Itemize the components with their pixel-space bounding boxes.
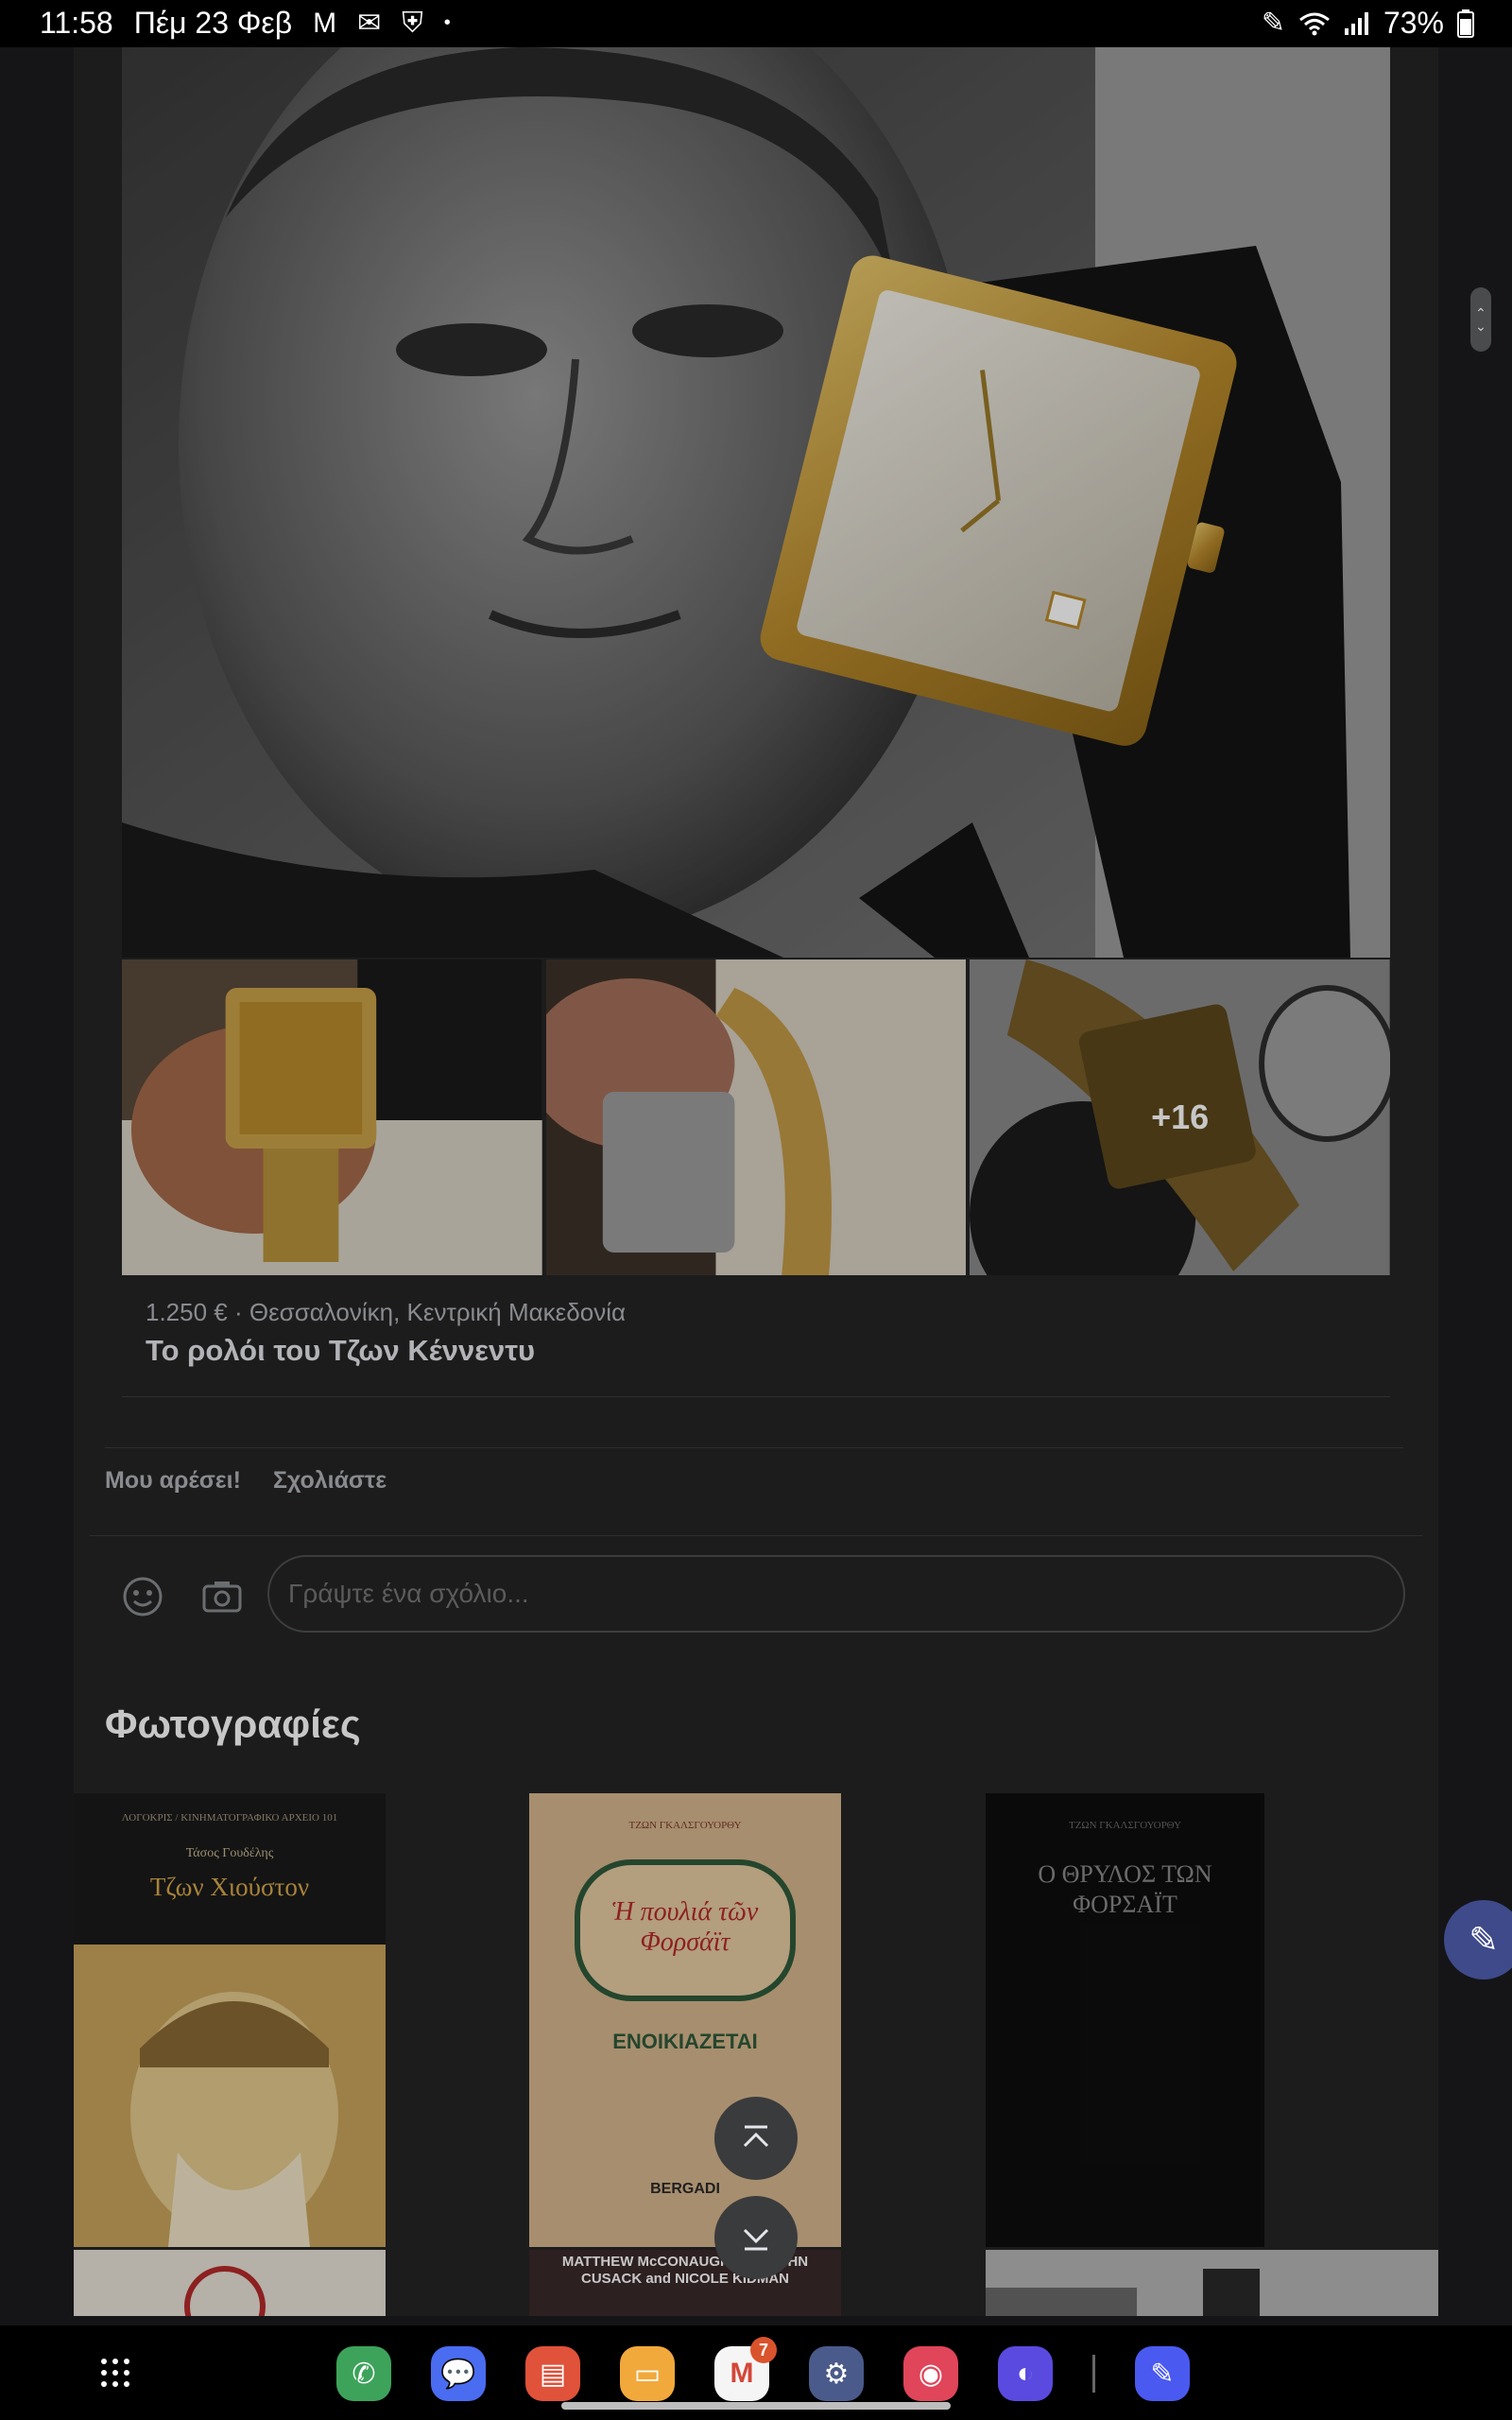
settings-app-icon[interactable]: ⚙ [809, 2346, 864, 2401]
files-app-icon[interactable]: ▭ [620, 2346, 675, 2401]
pen-icon: ✎ [1261, 8, 1285, 39]
emoji-icon[interactable] [122, 1576, 163, 1617]
battery-percent: 73% [1383, 6, 1444, 40]
scroll-bottom-icon [743, 2228, 769, 2251]
dock-separator [1092, 2355, 1095, 2393]
thumbnail-2[interactable] [545, 959, 967, 1275]
photo-book-forsyte-rent[interactable]: ΤΖΩΝ ΓΚΑΛΣΓΟΥΟΡΘΥ Ἡ πουλιά τῶν Φορσάϊτ Ε… [529, 1793, 841, 2247]
book-subtitle: ΕΝΟΙΚΙΑΖΕΤΑΙ [612, 2030, 758, 2053]
camera-app-icon[interactable]: ◉ [903, 2346, 958, 2401]
app-grid-icon[interactable] [98, 2356, 132, 2390]
listing-price-location: 1.250 € · Θεσσαλονίκη, Κεντρική Μακεδονί… [146, 1298, 627, 1326]
dock-apps: ✆ 💬 ▤ ▭ M 7 ⚙ ◉ ◐ ✎ [336, 2337, 1190, 2401]
scroll-to-bottom-button[interactable] [714, 2196, 798, 2279]
like-button[interactable]: Μου αρέσει! [105, 1467, 241, 1495]
chevron-up-icon: ⌃ [1475, 305, 1486, 320]
status-date: Πέμ 23 Φεβ [133, 6, 293, 40]
logo-illustration [184, 2266, 266, 2316]
photo-book-forsyte-legend[interactable]: ΤΖΩΝ ΓΚΑΛΣΓΟΥΟΡΘΥ Ο ΘΡΥΛΟΣ ΤΩΝ ΦΟΡΣΑΪΤ [986, 1793, 1264, 2247]
gmail-icon: M [313, 7, 337, 39]
scroll-top-icon [743, 2125, 769, 2148]
fast-scroll-handle[interactable]: ⌃ ⌄ [1470, 287, 1491, 352]
book-title: Ἡ πουλιά τῶν Φορσάϊτ [611, 1897, 759, 1957]
photo-logo-card[interactable] [74, 2250, 386, 2316]
phone-app-icon[interactable]: ✆ [336, 2346, 391, 2401]
pen-app-icon[interactable]: ✎ [1135, 2346, 1190, 2401]
listing-title[interactable]: Το ρολόι του Τζων Κέννεντυ [146, 1334, 535, 1368]
thumbnail-1-illustration [122, 959, 542, 1275]
messages-app-icon[interactable]: 💬 [431, 2346, 486, 2401]
book-title: Τζων Χιούστον [149, 1873, 310, 1901]
portrait-illustration [74, 1945, 386, 2247]
comment-button[interactable]: Σχολιάστε [273, 1467, 387, 1495]
camera-icon[interactable] [201, 1576, 243, 1617]
actions-top-divider [105, 1447, 1403, 1448]
listing-info[interactable]: 1.250 € · Θεσσαλονίκη, Κεντρική Μακεδονί… [122, 1275, 1390, 1397]
actions-bottom-divider [90, 1535, 1422, 1536]
gmail-app-icon[interactable]: M 7 [714, 2337, 777, 2401]
book-author: Τάσος Γουδέλης [185, 1846, 274, 1860]
thumbnail-2-illustration [545, 959, 967, 1275]
browser-app-icon[interactable]: ◐ [998, 2346, 1053, 2401]
dot-icon: • [443, 12, 451, 33]
thumbnail-strip: +16 [122, 959, 1391, 1275]
pencil-icon: ✎ [1469, 1920, 1499, 1961]
photo-book-huston[interactable]: ΛΟΓΟΚΡΙΣ / ΚΙΝΗΜΑΤΟΓΡΑΦΙΚΟ ΑΡΧΕΙΟ 101 Τά… [74, 1793, 386, 2247]
signal-icon [1344, 11, 1368, 35]
thumbnail-3[interactable]: +16 [970, 959, 1391, 1275]
notes-app-icon[interactable]: ▤ [525, 2346, 580, 2401]
chevron-down-icon: ⌄ [1475, 319, 1486, 334]
comment-input[interactable] [267, 1555, 1405, 1633]
home-indicator[interactable] [561, 2402, 951, 2410]
book-publisher: BERGADI [650, 2181, 720, 2197]
taskbar: ✆ 💬 ▤ ▭ M 7 ⚙ ◉ ◐ ✎ [0, 2325, 1512, 2420]
gmail-badge: 7 [750, 2337, 777, 2363]
post-actions: Μου αρέσει! Σχολιάστε [105, 1467, 387, 1495]
comment-composer [105, 1555, 1409, 1634]
book-author: ΤΖΩΝ ΓΚΑΛΣΓΟΥΟΡΘΥ [1068, 1820, 1182, 1831]
status-bar: 11:58 Πέμ 23 Φεβ M ✉ ⛨ • ✎ 73% [0, 0, 1512, 47]
more-photos-overlay[interactable]: +16 [970, 959, 1391, 1275]
photo-movie-poster[interactable]: MATTHEW McCONAUGHEY ... JOHN CUSACK and … [529, 2250, 841, 2316]
wifi-icon [1299, 12, 1330, 35]
photos-title: Φωτογραφίες [105, 1702, 361, 1746]
thumbnail-1[interactable] [122, 959, 542, 1275]
shield-icon: ⛨ [402, 7, 423, 39]
book-title: Ο ΘΡΥΛΟΣ ΤΩΝ ΦΟΡΣΑΪΤ [1038, 1860, 1212, 1918]
hero-illustration [122, 47, 1390, 958]
mail-icon: ✉ [357, 8, 382, 39]
photo-street-scene[interactable] [986, 2250, 1438, 2316]
book-series-label: ΛΟΓΟΚΡΙΣ / ΚΙΝΗΜΑΤΟΓΡΑΦΙΚΟ ΑΡΧΕΙΟ 101 [121, 1812, 338, 1824]
street-illustration [986, 2250, 1438, 2316]
battery-icon [1457, 9, 1474, 38]
hero-photo[interactable] [122, 47, 1390, 958]
status-time: 11:58 [40, 6, 113, 40]
book-author: ΤΖΩΝ ΓΚΑΛΣΓΟΥΟΡΘΥ [628, 1820, 742, 1831]
scroll-to-top-button[interactable] [714, 2097, 798, 2180]
